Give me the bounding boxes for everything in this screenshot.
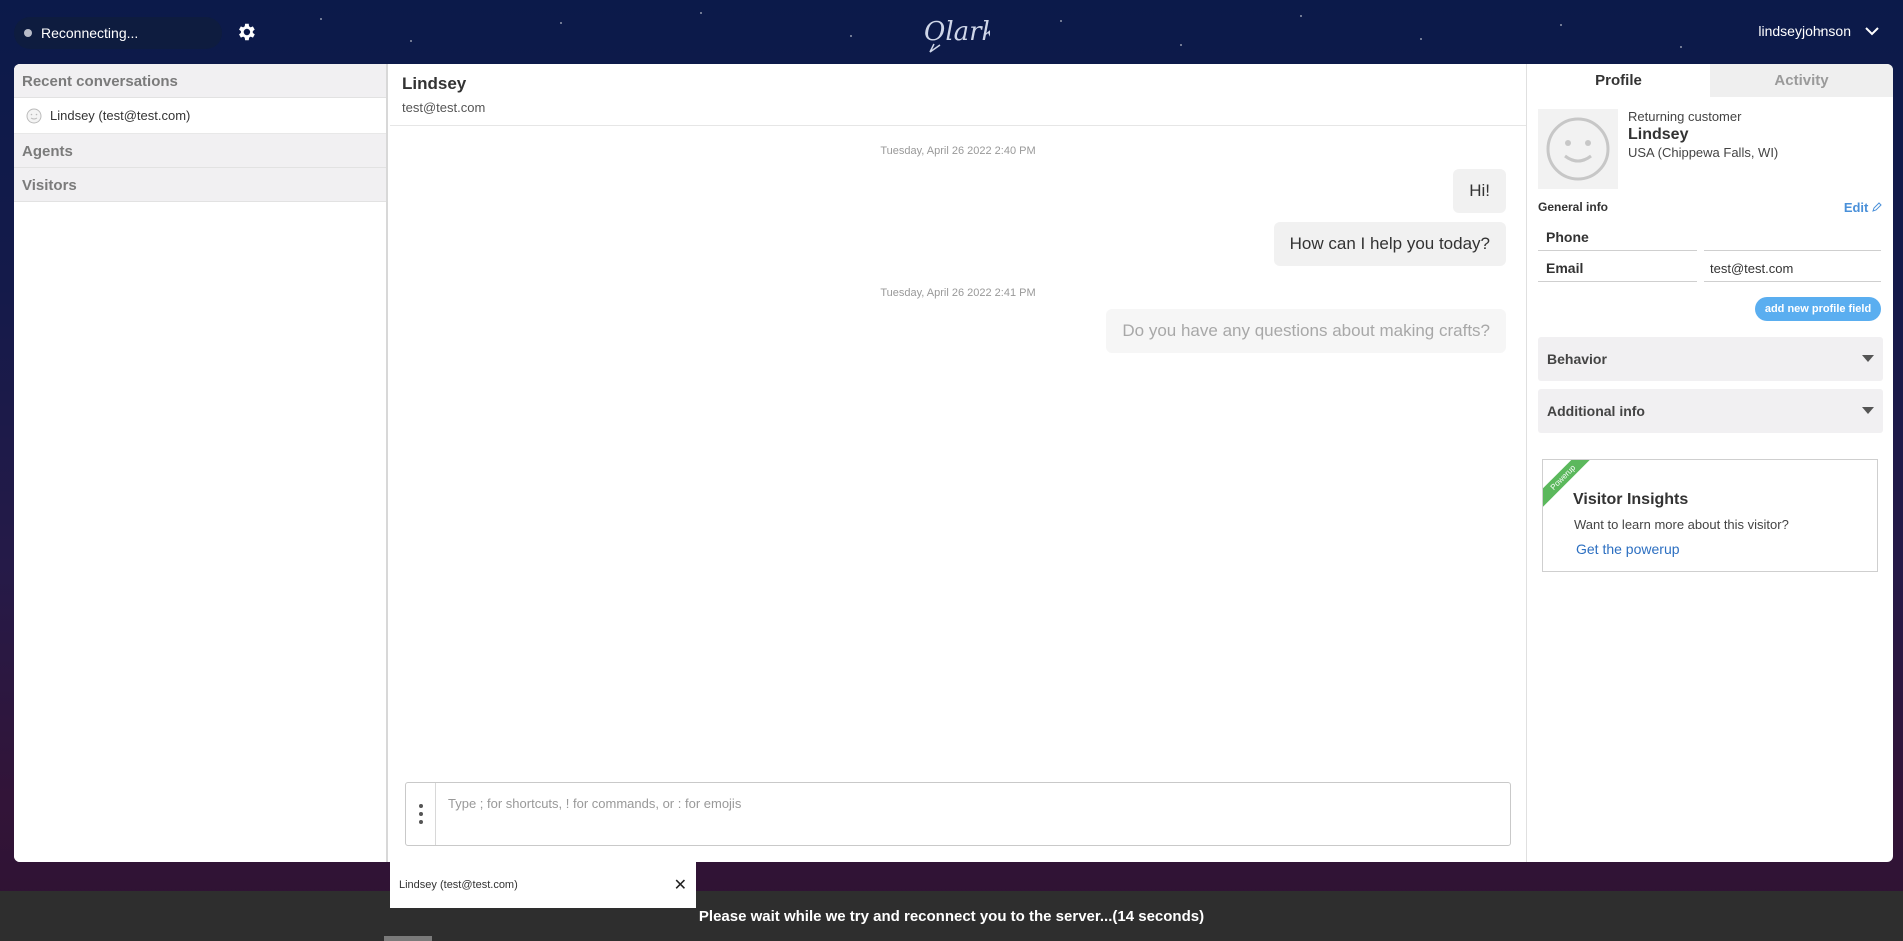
recent-conversations-header[interactable]: Recent conversations	[14, 64, 386, 98]
powerup-title: Visitor Insights	[1573, 491, 1689, 508]
caret-down-icon	[1862, 407, 1874, 414]
profile-panel: Profile Activity Returning customer Lind…	[1526, 64, 1893, 862]
caret-down-icon	[1862, 355, 1874, 362]
field-value[interactable]: test@test.com	[1704, 254, 1881, 282]
conversation-header: Lindsey test@test.com	[390, 64, 1526, 126]
close-icon[interactable]: ✕	[674, 875, 687, 895]
visitor-name: Lindsey	[402, 74, 467, 93]
profile-location: USA (Chippewa Falls, WI)	[1628, 145, 1779, 160]
general-info-title: General info	[1538, 200, 1609, 214]
message-input[interactable]	[436, 783, 1510, 823]
field-label: Email	[1538, 254, 1697, 282]
composer-menu-icon[interactable]	[406, 783, 436, 845]
reconnect-message: Please wait while we try and reconnect y…	[698, 907, 1205, 925]
add-profile-field-button[interactable]: add new profile field	[1755, 297, 1881, 321]
powerup-card: Powerup Visitor Insights Want to learn m…	[1542, 459, 1878, 572]
profile-tabs: Profile Activity	[1527, 64, 1893, 97]
agents-header[interactable]: Agents	[14, 134, 386, 168]
message-timestamp: Tuesday, April 26 2022 2:41 PM	[880, 287, 1036, 299]
main-panel: Recent conversations Lindsey (test@test.…	[14, 64, 1893, 862]
message-bubble: Hi!	[1453, 169, 1506, 213]
conversation-pane: Lindsey test@test.com Tuesday, April 26 …	[390, 64, 1526, 862]
get-powerup-link[interactable]: Get the powerup	[1576, 541, 1680, 557]
conversation-item[interactable]: Lindsey (test@test.com)	[14, 98, 386, 134]
profile-field-row: Email test@test.com	[1538, 254, 1883, 282]
username: lindseyjohnson	[1758, 23, 1851, 39]
message-bubble-pending: Do you have any questions about making c…	[1106, 309, 1506, 353]
field-label: Phone	[1538, 223, 1697, 251]
open-conversation-tab[interactable]: Lindsey (test@test.com) ✕	[390, 861, 696, 908]
connection-status[interactable]: Reconnecting...	[14, 17, 222, 49]
gear-icon[interactable]	[235, 21, 257, 43]
visitor-email: test@test.com	[402, 100, 486, 115]
top-bar: Reconnecting... Olark lindseyjohnson	[0, 0, 1903, 64]
section-label: Behavior	[1547, 351, 1607, 367]
status-dot-icon	[24, 29, 32, 37]
open-conversation-label: Lindsey (test@test.com)	[399, 878, 518, 891]
section-label: Additional info	[1547, 403, 1645, 419]
customer-tag: Returning customer	[1628, 109, 1742, 124]
pencil-icon	[1872, 202, 1882, 212]
status-text: Reconnecting...	[41, 25, 139, 41]
message-bubble: How can I help you today?	[1273, 222, 1506, 266]
user-menu[interactable]: lindseyjohnson	[1758, 23, 1879, 39]
profile-field-row: Phone	[1538, 223, 1883, 251]
edit-button[interactable]: Edit	[1844, 200, 1882, 215]
behavior-section[interactable]: Behavior	[1538, 337, 1883, 381]
visitors-header[interactable]: Visitors	[14, 168, 386, 202]
powerup-description: Want to learn more about this visitor?	[1574, 517, 1789, 532]
edit-label: Edit	[1843, 200, 1869, 215]
tab-activity[interactable]: Activity	[1710, 64, 1893, 97]
avatar	[1538, 109, 1618, 189]
message-composer	[405, 782, 1511, 846]
banner-scroll-handle	[384, 936, 432, 941]
olark-logo: Olark	[924, 17, 990, 53]
reconnect-banner: Please wait while we try and reconnect y…	[0, 891, 1903, 941]
additional-info-section[interactable]: Additional info	[1538, 389, 1883, 433]
visitor-face-icon	[1546, 117, 1610, 181]
svg-text:Olark: Olark	[924, 17, 990, 47]
visitor-face-icon	[26, 108, 42, 123]
conversation-item-label: Lindsey (test@test.com)	[50, 108, 191, 123]
tab-profile[interactable]: Profile	[1527, 64, 1710, 97]
chevron-down-icon	[1865, 27, 1879, 36]
sidebar: Recent conversations Lindsey (test@test.…	[14, 64, 388, 862]
message-timestamp: Tuesday, April 26 2022 2:40 PM	[880, 145, 1036, 157]
profile-name: Lindsey	[1628, 126, 1689, 143]
field-value[interactable]	[1704, 223, 1881, 251]
